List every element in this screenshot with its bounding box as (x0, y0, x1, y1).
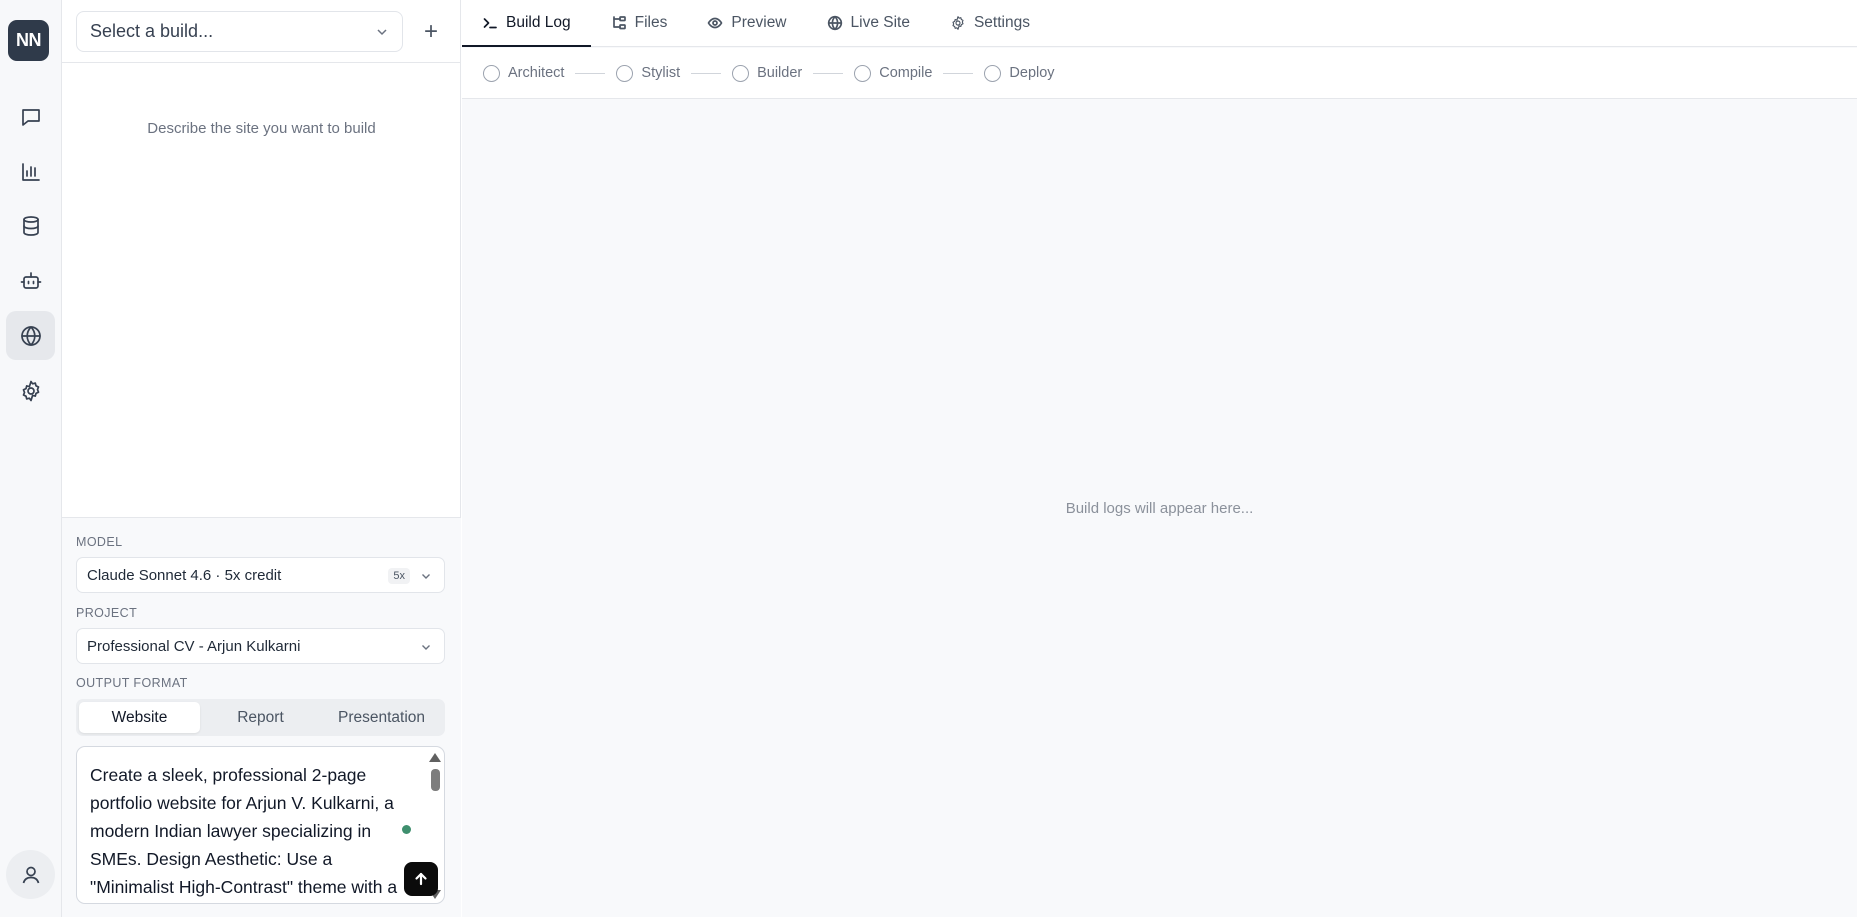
tab-build-log[interactable]: Build Log (462, 0, 591, 47)
tab-preview[interactable]: Preview (687, 0, 806, 46)
tab-files[interactable]: Files (591, 0, 688, 46)
step-connector (813, 72, 844, 74)
new-build-button[interactable]: + (414, 15, 448, 49)
step-status-circle (616, 64, 634, 82)
prompt-textarea[interactable]: Create a sleek, professional 2-page port… (76, 746, 445, 904)
user-profile-button[interactable] (6, 850, 55, 899)
bar-chart-icon (21, 162, 40, 181)
step-status-circle (483, 64, 500, 82)
prompt-line: portfolio website for Arjun V. Kulkarni,… (90, 793, 394, 813)
builds-panel: Select a build... + Describe the site yo… (62, 0, 461, 917)
tab-label: Files (634, 14, 668, 31)
prompt-line: SMEs. Design Aesthetic: Use a (90, 849, 333, 869)
rail-item-sites[interactable] (6, 311, 55, 360)
globe-icon (827, 15, 842, 31)
chevron-down-icon (377, 29, 387, 36)
icon-rail: NN (0, 0, 62, 917)
tab-bar: Build Log Files Preview Live Site Settin… (462, 0, 1857, 47)
step-deploy: Deploy (984, 64, 1055, 82)
step-label: Builder (757, 65, 803, 81)
credit-badge: 5x (388, 568, 410, 584)
gear-icon (22, 380, 39, 401)
step-connector (691, 72, 722, 74)
model-value: Claude Sonnet 4.6 · 5x credit (87, 566, 282, 584)
step-status-circle (732, 64, 750, 82)
app-logo[interactable]: NN (8, 20, 49, 61)
step-builder: Builder (732, 64, 803, 82)
step-compile: Compile (854, 64, 933, 82)
bot-icon (20, 271, 41, 289)
tab-label: Settings (973, 14, 1030, 31)
step-label: Compile (879, 65, 933, 81)
gear-icon (952, 16, 964, 30)
step-status-circle (984, 64, 1002, 82)
step-connector (575, 72, 606, 74)
terminal-icon (483, 18, 497, 29)
build-log-placeholder: Build logs will appear here... (1065, 500, 1254, 517)
eye-icon (708, 17, 723, 29)
tab-label: Preview (731, 14, 787, 31)
main-area: Build Log Files Preview Live Site Settin… (462, 0, 1857, 917)
tab-live-site[interactable]: Live Site (807, 0, 930, 46)
tab-settings[interactable]: Settings (930, 0, 1050, 46)
scroll-up-arrow[interactable] (429, 753, 441, 762)
project-value: Professional CV - Arjun Kulkarni (87, 637, 301, 655)
step-label: Stylist (641, 65, 681, 81)
prompt-text[interactable]: Create a sleek, professional 2-page port… (90, 761, 420, 901)
rail-item-analytics[interactable] (6, 147, 55, 196)
message-square-icon (21, 108, 40, 126)
format-option-presentation[interactable]: Presentation (321, 702, 442, 733)
model-select[interactable]: Claude Sonnet 4.6 · 5x credit 5x (76, 557, 445, 593)
pipeline-stepper: Architect Stylist Builder Compile Deploy (462, 48, 1857, 99)
divider (62, 62, 461, 63)
prompt-line: Create a sleek, professional 2-page (90, 765, 367, 785)
output-format-label: OUTPUT FORMAT (76, 676, 188, 690)
chevron-down-icon (422, 645, 430, 650)
arrow-up-icon (415, 872, 427, 886)
build-select[interactable]: Select a build... (76, 11, 403, 52)
rail-item-chat[interactable] (6, 92, 55, 141)
project-select[interactable]: Professional CV - Arjun Kulkarni (76, 628, 445, 664)
project-label: PROJECT (76, 606, 138, 620)
step-label: Architect (508, 65, 565, 81)
step-status-circle (854, 64, 872, 82)
output-format-toggle: Website Report Presentation (76, 699, 445, 736)
prompt-line: modern Indian lawyer specializing in (90, 821, 372, 841)
tab-label: Build Log (506, 14, 571, 31)
status-dot (402, 825, 411, 834)
globe-icon (20, 325, 41, 346)
step-connector (943, 72, 974, 74)
rail-item-database[interactable] (6, 201, 55, 250)
format-option-website[interactable]: Website (79, 702, 200, 733)
chevron-down-icon (422, 574, 430, 579)
send-button[interactable] (404, 862, 438, 896)
step-architect: Architect (483, 64, 565, 82)
scroll-thumb[interactable] (431, 769, 440, 791)
step-label: Deploy (1009, 65, 1055, 81)
database-icon (22, 215, 39, 236)
tab-label: Live Site (850, 14, 910, 31)
format-option-report[interactable]: Report (200, 702, 321, 733)
empty-builds-message: Describe the site you want to build (147, 120, 376, 137)
model-label: MODEL (76, 535, 123, 549)
rail-item-settings[interactable] (6, 366, 55, 415)
user-icon (22, 866, 39, 883)
build-select-placeholder: Select a build... (90, 21, 214, 41)
prompt-line: "Minimalist High-Contrast" theme with a (90, 877, 398, 897)
rail-item-agents[interactable] (6, 256, 55, 305)
folder-tree-icon (612, 16, 626, 30)
step-stylist: Stylist (616, 64, 681, 82)
